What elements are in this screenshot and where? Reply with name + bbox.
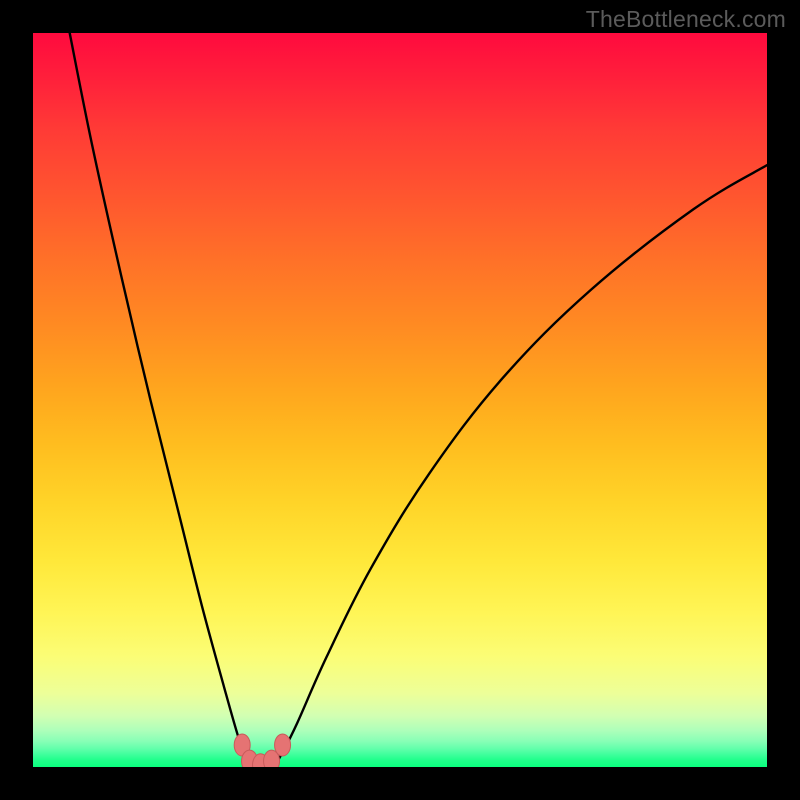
bottleneck-curve — [70, 33, 767, 766]
curve-min-markers — [234, 734, 290, 767]
watermark-text: TheBottleneck.com — [586, 6, 786, 33]
plot-area — [33, 33, 767, 767]
curve-layer — [33, 33, 767, 767]
chart-frame: TheBottleneck.com — [0, 0, 800, 800]
min-marker-right — [275, 734, 291, 756]
